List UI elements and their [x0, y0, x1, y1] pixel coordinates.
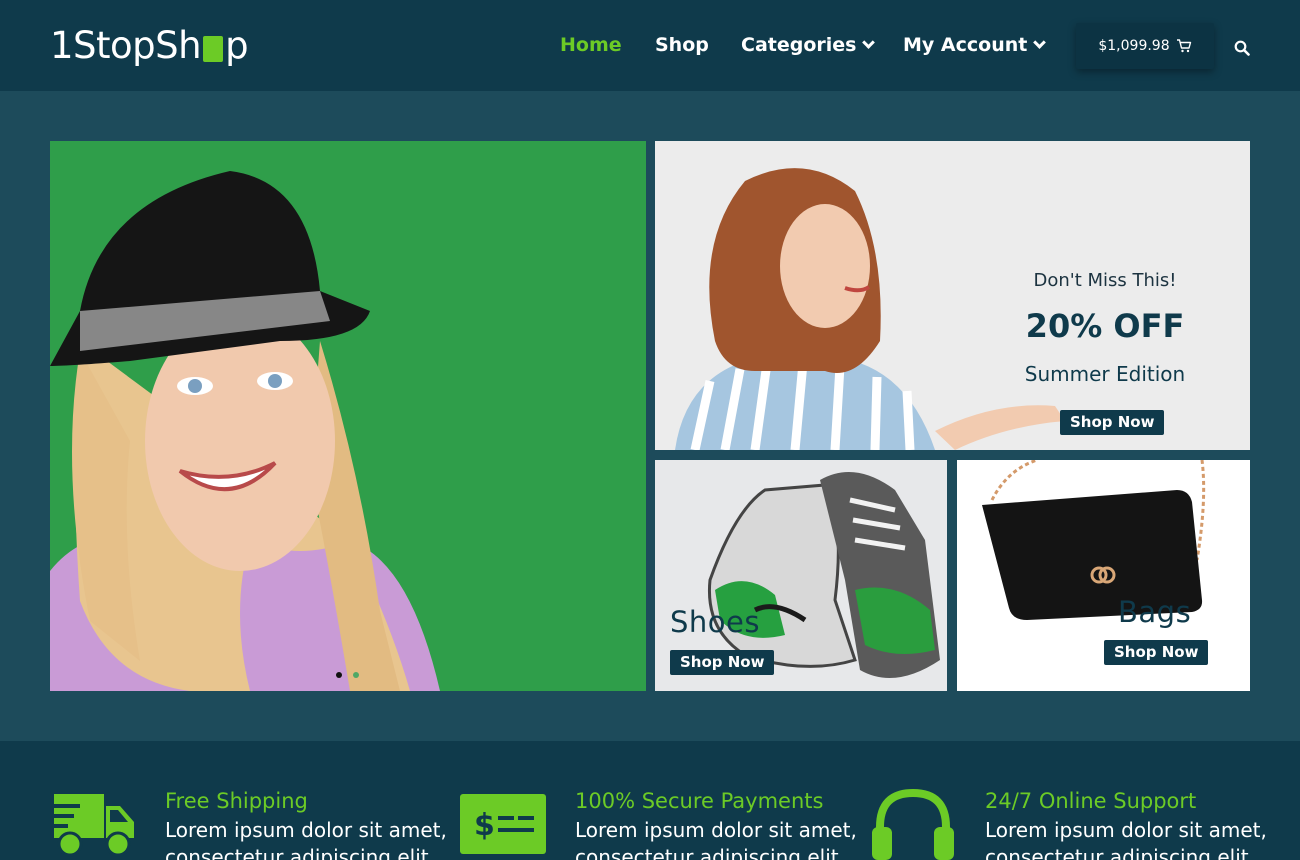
hero-carousel[interactable] [50, 141, 646, 691]
promo-shop-now-button[interactable]: Shop Now [1060, 410, 1165, 435]
feature-title-support: 24/7 Online Support [985, 789, 1197, 813]
delivery-truck-icon [50, 794, 134, 857]
search-icon[interactable] [1234, 40, 1250, 56]
chevron-down-icon [1033, 36, 1047, 49]
nav-my-account-label: My Account [903, 34, 1028, 56]
promo-subhead: Summer Edition [1024, 362, 1186, 386]
cart-total: $1,099.98 [1098, 38, 1170, 54]
carousel-dot[interactable] [353, 672, 359, 678]
carousel-dots [336, 672, 359, 678]
nav-my-account[interactable]: My Account [903, 34, 1047, 56]
promo-banner[interactable]: Don't Miss This! 20% OFF Summer Edition … [655, 141, 1250, 450]
nav-shop[interactable]: Shop [655, 34, 709, 56]
nav-home-label: Home [560, 34, 622, 56]
nav-shop-label: Shop [655, 34, 709, 56]
shoes-label: Shoes [670, 605, 760, 639]
feature-desc-payments-line2: consectetur adipiscing elit. [575, 845, 845, 860]
feature-desc-payments: Lorem ipsum dolor sit amet, [575, 818, 857, 842]
promo-kicker: Don't Miss This! [1033, 270, 1177, 291]
promo-headline: 20% OFF [1025, 307, 1185, 345]
headphones-icon [872, 788, 954, 860]
features-bar: Free Shipping Lorem ipsum dolor sit amet… [0, 741, 1300, 860]
shoes-shop-now-button[interactable]: Shop Now [670, 650, 775, 675]
feature-desc-support: Lorem ipsum dolor sit amet, [985, 818, 1267, 842]
svg-text:$: $ [474, 808, 495, 843]
bags-category-card[interactable]: Bags Shop Now [957, 460, 1250, 691]
nav-home[interactable]: Home [560, 34, 622, 56]
site-header: 1StopSh p Home Shop Categories My Accoun… [0, 0, 1300, 91]
feature-desc-shipping: Lorem ipsum dolor sit amet, [165, 818, 447, 842]
nav-categories[interactable]: Categories [741, 34, 876, 56]
bags-label: Bags [1118, 595, 1192, 629]
feature-title-payments: 100% Secure Payments [575, 789, 824, 813]
chevron-down-icon [862, 36, 876, 49]
bags-shop-now-button[interactable]: Shop Now [1104, 640, 1209, 665]
promo-model-image [655, 141, 1250, 450]
feature-title-shipping: Free Shipping [165, 789, 308, 813]
cart-button[interactable]: $1,099.98 [1076, 23, 1214, 69]
shoes-category-card[interactable]: Shoes Shop Now [655, 460, 947, 691]
feature-desc-shipping-line2: consectetur adipiscing elit. [165, 845, 435, 860]
cart-icon [1176, 39, 1191, 53]
carousel-dot-active[interactable] [336, 672, 342, 678]
payment-card-icon: $ [460, 794, 546, 854]
nav-categories-label: Categories [741, 34, 857, 56]
feature-desc-support-line2: consectetur adipiscing elit. [985, 845, 1255, 860]
hero-model-image [50, 141, 646, 691]
